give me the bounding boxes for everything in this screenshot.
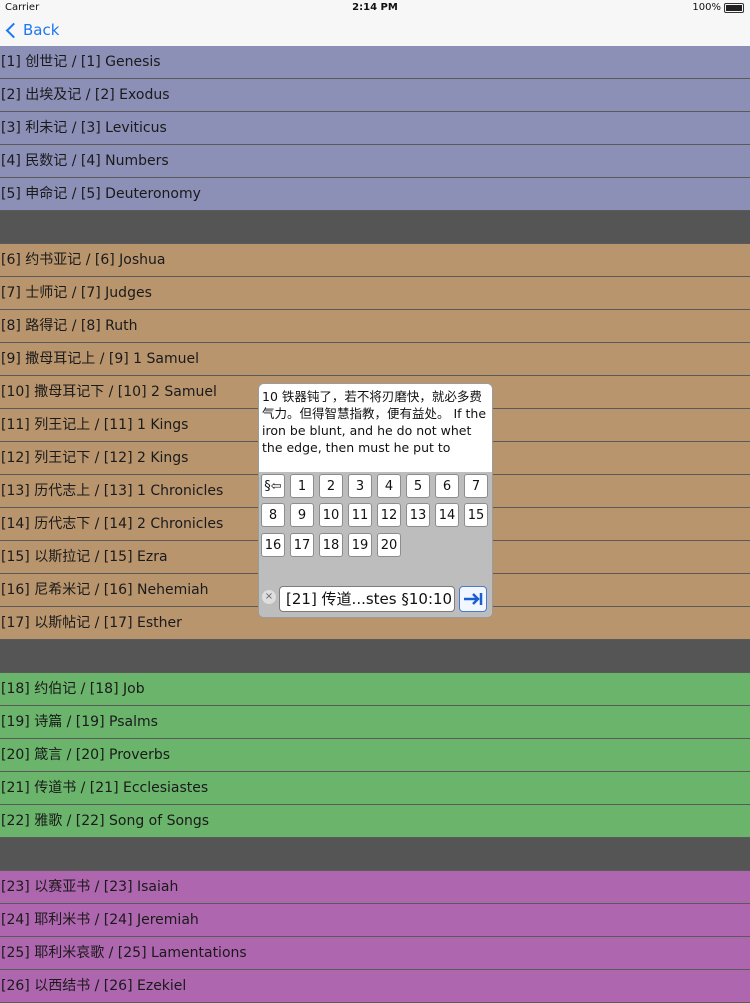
book-row[interactable]: [24] 耶利米书 / [24] Jeremiah [0,904,750,937]
verse-number-button[interactable]: 5 [406,474,430,498]
book-row[interactable]: [22] 雅歌 / [22] Song of Songs [0,805,750,838]
book-row[interactable]: [9] 撒母耳记上 / [9] 1 Samuel [0,343,750,376]
battery-icon [724,2,744,13]
reference-bar: × [21] 传道...stes §10:10 [259,582,492,617]
back-label: Back [23,21,60,39]
verse-number-button[interactable]: 13 [406,503,430,527]
verse-number-button[interactable]: 17 [290,533,314,557]
verse-number-button[interactable]: 3 [348,474,372,498]
book-row[interactable]: [6] 约书亚记 / [6] Joshua [0,244,750,277]
book-row[interactable]: [19] 诗篇 / [19] Psalms [0,706,750,739]
verse-number-button[interactable]: 16 [261,533,285,557]
battery-percent: 100% [692,2,721,13]
book-row[interactable]: [2] 出埃及记 / [2] Exodus [0,79,750,112]
book-row[interactable]: [7] 士师记 / [7] Judges [0,277,750,310]
verse-number-button[interactable]: 14 [435,503,459,527]
status-bar: Carrier 2:14 PM 100% [0,0,750,16]
group-separator [0,640,750,673]
book-row[interactable]: [1] 创世记 / [1] Genesis [0,46,750,79]
chevron-left-icon [5,22,22,39]
book-row[interactable]: [26] 以西结书 / [26] Ezekiel [0,970,750,1003]
book-row[interactable]: [23] 以赛亚书 / [23] Isaiah [0,871,750,904]
verse-number-button[interactable]: 18 [319,533,343,557]
verse-number-button[interactable]: 10 [319,503,343,527]
verse-number-button[interactable]: 19 [348,533,372,557]
back-button[interactable]: Back [5,21,60,39]
verse-number-button[interactable]: 2 [319,474,343,498]
book-row[interactable]: [20] 箴言 / [20] Proverbs [0,739,750,772]
reference-field[interactable]: [21] 传道...stes §10:10 [279,586,455,612]
battery-indicator: 100% [692,2,744,13]
verse-number-button[interactable]: 6 [435,474,459,498]
section-back-button[interactable]: §⇦ [261,474,285,498]
arrow-right-to-bar-icon [464,593,483,605]
verse-picker-popover: 10 铁器钝了，若不将刃磨快，就必多费气力。但得智慧指教，便有益处。 If th… [258,383,493,618]
verse-number-button[interactable]: 4 [377,474,401,498]
verse-number-button[interactable]: 9 [290,503,314,527]
verse-number-grid: §⇦ 1 2 3 4 5 6 7 8 9 10 11 12 13 14 15 1… [259,472,492,582]
group-separator [0,211,750,244]
verse-number-button[interactable]: 1 [290,474,314,498]
book-row[interactable]: [18] 约伯记 / [18] Job [0,673,750,706]
book-row[interactable]: [4] 民数记 / [4] Numbers [0,145,750,178]
book-row[interactable]: [8] 路得记 / [8] Ruth [0,310,750,343]
verse-number-button[interactable]: 20 [377,533,401,557]
navigation-bar: Back [0,16,750,47]
book-row[interactable]: [5] 申命记 / [5] Deuteronomy [0,178,750,211]
book-row[interactable]: [3] 利未记 / [3] Leviticus [0,112,750,145]
verse-number-button[interactable]: 7 [464,474,488,498]
verse-number-button[interactable]: 12 [377,503,401,527]
verse-number-button[interactable]: 11 [348,503,372,527]
verse-number-button[interactable]: 8 [261,503,285,527]
group-separator [0,838,750,871]
clock: 2:14 PM [352,2,398,13]
clear-icon[interactable]: × [262,590,276,604]
verse-number-button[interactable]: 15 [464,503,488,527]
go-button[interactable] [459,586,487,612]
verse-preview: 10 铁器钝了，若不将刃磨快，就必多费气力。但得智慧指教，便有益处。 If th… [259,384,492,472]
book-row[interactable]: [21] 传道书 / [21] Ecclesiastes [0,772,750,805]
book-row[interactable]: [25] 耶利米哀歌 / [25] Lamentations [0,937,750,970]
